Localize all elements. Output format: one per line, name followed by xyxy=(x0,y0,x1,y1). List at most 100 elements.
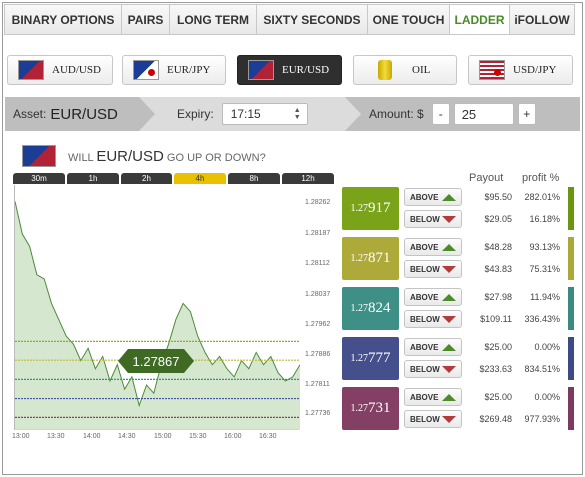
asset-field-value: EUR/USD xyxy=(50,105,118,123)
level-prefix: 1.27 xyxy=(350,353,369,364)
above-button[interactable]: ABOVE xyxy=(404,338,462,356)
above-button[interactable]: ABOVE xyxy=(404,288,462,306)
payout-value: $25.00 xyxy=(484,342,512,352)
y-tick-label: 1.28187 xyxy=(305,230,331,237)
below-button[interactable]: BELOW xyxy=(404,410,462,428)
below-button[interactable]: BELOW xyxy=(404,260,462,278)
tab-sixty-seconds[interactable]: SIXTY SECONDS xyxy=(257,5,368,34)
x-tick-label: 13:00 xyxy=(12,433,30,440)
asset-label: EUR/JPY xyxy=(167,64,211,76)
level-prefix: 1.27 xyxy=(350,303,369,314)
eur-usd-flag-icon xyxy=(22,145,56,167)
below-button[interactable]: BELOW xyxy=(404,210,462,228)
amount-input[interactable]: 25 xyxy=(453,103,514,125)
above-button[interactable]: ABOVE xyxy=(404,188,462,206)
level-digits: 871 xyxy=(368,250,391,266)
arrow-up-icon xyxy=(442,293,456,301)
ladder-level: 1.27 731 xyxy=(342,387,399,430)
question-prefix: WILL xyxy=(68,151,94,164)
price-chart[interactable] xyxy=(14,185,300,430)
arrow-down-icon xyxy=(442,415,456,423)
expiry-select[interactable]: 17:15 ▲ ▼ xyxy=(221,103,308,125)
below-label: BELOW xyxy=(410,214,440,224)
x-tick-label: 15:30 xyxy=(189,433,207,440)
amount-segment: Amount: $ - 25 + xyxy=(345,97,580,131)
price-chart-svg xyxy=(15,201,300,430)
level-color-bar xyxy=(568,187,574,230)
level-prefix: 1.27 xyxy=(350,203,369,214)
asset-label: OIL xyxy=(412,64,431,76)
profit-value: 977.93% xyxy=(524,414,560,424)
profit-value: 93.13% xyxy=(529,242,560,252)
ladder-level: 1.27 871 xyxy=(342,237,399,280)
tab-long-term[interactable]: LONG TERM xyxy=(170,5,257,34)
below-label: BELOW xyxy=(410,414,440,424)
payout-value: $29.05 xyxy=(484,214,512,224)
y-tick-label: 1.27886 xyxy=(305,351,331,358)
asset-field-label: Asset: xyxy=(13,107,47,121)
y-tick-label: 1.27962 xyxy=(305,321,331,328)
payout-value: $25.00 xyxy=(484,392,512,402)
expiry-value: 17:15 xyxy=(230,107,261,121)
asset-segment: Asset: EUR/USD xyxy=(5,97,155,131)
tab-pairs[interactable]: PAIRS xyxy=(122,5,170,34)
question-heading: WILL EUR/USD GO UP OR DOWN? xyxy=(22,145,266,167)
y-tick-label: 1.28112 xyxy=(305,260,330,267)
y-tick-label: 1.28037 xyxy=(305,291,331,298)
eur-jpy-flag-icon xyxy=(133,60,159,80)
amount-increase-button[interactable]: + xyxy=(517,103,536,125)
below-button[interactable]: BELOW xyxy=(404,310,462,328)
timeframe-2h[interactable]: 2h xyxy=(121,173,172,184)
profit-value: 11.94% xyxy=(530,292,560,302)
arrow-down-icon xyxy=(442,365,456,373)
below-label: BELOW xyxy=(410,314,440,324)
asset-button-aud-usd[interactable]: AUD/USD xyxy=(7,55,113,85)
asset-button-eur-usd[interactable]: EUR/USD xyxy=(237,55,342,85)
arrow-up-icon xyxy=(442,393,456,401)
y-tick-label: 1.27736 xyxy=(305,410,331,417)
payout-value: $48.28 xyxy=(484,242,512,252)
asset-button-usd-jpy[interactable]: USD/JPY xyxy=(468,55,573,85)
updown-arrow-icon: ▲ ▼ xyxy=(293,107,301,121)
timeframe-12h[interactable]: 12h xyxy=(282,173,334,184)
question-text: WILL EUR/USD GO UP OR DOWN? xyxy=(68,148,266,165)
timeframe-1h[interactable]: 1h xyxy=(67,173,119,184)
aud-usd-flag-icon xyxy=(18,60,44,80)
tab-ifollow[interactable]: iFOLLOW xyxy=(510,5,574,34)
eur-usd-flag-icon xyxy=(248,60,274,80)
timeframe-8h[interactable]: 8h xyxy=(228,173,280,184)
below-label: BELOW xyxy=(410,364,440,374)
arrow-up-icon xyxy=(442,243,456,251)
x-tick-label: 14:00 xyxy=(83,433,101,440)
timeframe-4h[interactable]: 4h xyxy=(174,173,226,184)
price-area xyxy=(15,201,300,430)
payout-header: Payout xyxy=(469,172,504,184)
ladder-level: 1.27 777 xyxy=(342,337,399,380)
x-tick-label: 13:30 xyxy=(47,433,65,440)
above-button[interactable]: ABOVE xyxy=(404,238,462,256)
profit-value: 0.00% xyxy=(534,392,560,402)
amount-decrease-button[interactable]: - xyxy=(431,103,450,125)
question-asset: EUR/USD xyxy=(96,147,164,165)
arrow-up-icon xyxy=(442,343,456,351)
tab-one-touch[interactable]: ONE TOUCH xyxy=(368,5,450,34)
payout-value: $43.83 xyxy=(484,264,512,274)
below-label: BELOW xyxy=(410,264,440,274)
tab-binary-options[interactable]: BINARY OPTIONS xyxy=(5,5,122,34)
payout-value: $27.98 xyxy=(484,292,512,302)
above-label: ABOVE xyxy=(410,392,439,402)
arrow-up-icon xyxy=(442,193,456,201)
payout-value: $95.50 xyxy=(484,192,512,202)
asset-button-eur-jpy[interactable]: EUR/JPY xyxy=(122,55,226,85)
above-button[interactable]: ABOVE xyxy=(404,388,462,406)
tab-ladder[interactable]: LADDER xyxy=(450,5,510,34)
level-prefix: 1.27 xyxy=(350,253,369,264)
ladder-level: 1.27 824 xyxy=(342,287,399,330)
timeframe-30m[interactable]: 30m xyxy=(13,173,65,184)
oil-barrel-icon xyxy=(378,60,392,80)
profit-value: 16.18% xyxy=(529,214,560,224)
profit-value: 336.43% xyxy=(524,314,560,324)
below-button[interactable]: BELOW xyxy=(404,360,462,378)
arrow-down-icon xyxy=(442,215,456,223)
asset-button-oil[interactable]: OIL xyxy=(353,55,457,85)
